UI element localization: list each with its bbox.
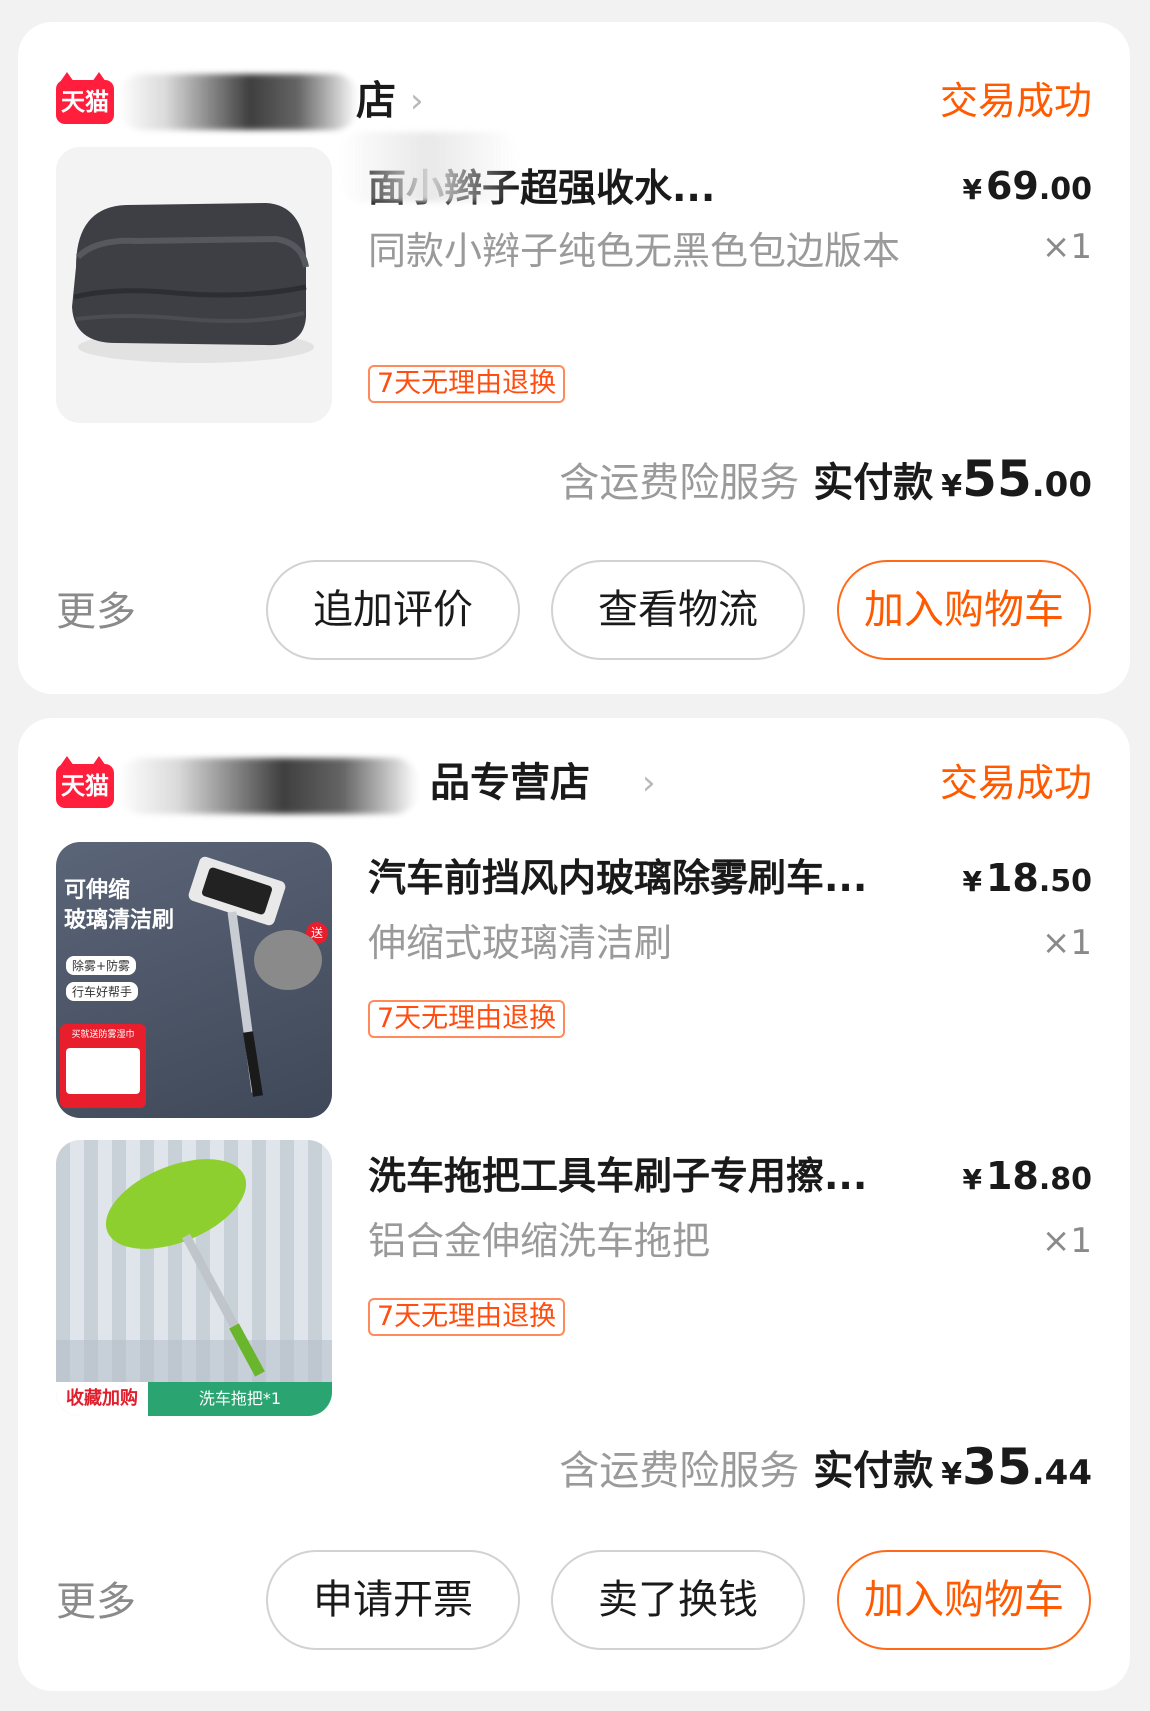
chevron-right-icon: › — [410, 81, 424, 121]
paid-label: 实付款 — [813, 1448, 934, 1494]
shop-name[interactable]: 品专营店 — [430, 758, 590, 808]
redacted-title — [338, 132, 518, 202]
order-card: 天猫 品专营店 › 交易成功 可伸缩 玻璃清洁刷 除雾+防雾 行车好帮手 买就送防… — [18, 718, 1130, 1691]
return-policy-tag: 7天无理由退换 — [368, 365, 566, 403]
image-caption: 洗车拖把*1 — [148, 1382, 332, 1416]
order-status: 交易成功 — [939, 761, 1092, 805]
paid-amount: 35 — [962, 1438, 1032, 1496]
more-button[interactable]: 更多 — [56, 584, 136, 640]
add-to-cart-button[interactable]: 加入购物车 — [837, 560, 1091, 660]
paid-amount: 55 — [962, 450, 1032, 508]
product-sku: 伸缩式玻璃清洁刷 — [368, 921, 673, 965]
product-qty: ×1 — [1041, 1221, 1092, 1261]
order-card: 天猫 店 › 交易成功 面小辫子超强收水... ¥69.00 同款小辫子纯色无黑… — [18, 22, 1130, 694]
view-logistics-button[interactable]: 查看物流 — [551, 560, 805, 660]
mop-image — [56, 1159, 332, 1416]
shop-name[interactable]: 店 — [356, 76, 396, 126]
paid-label: 实付款 — [813, 460, 934, 506]
product-price: ¥18.50 — [962, 856, 1092, 900]
towel-image — [56, 147, 332, 423]
product-price: ¥69.00 — [962, 164, 1092, 208]
product-price: ¥18.80 — [962, 1154, 1092, 1198]
payment-summary: 含运费险服务 实付款 ¥55.00 — [559, 450, 1092, 508]
payment-summary: 含运费险服务 实付款 ¥35.44 — [559, 1438, 1092, 1496]
return-policy-tag: 7天无理由退换 — [368, 1298, 566, 1336]
return-policy-tag: 7天无理由退换 — [368, 1000, 566, 1038]
product-sku: 铝合金伸缩洗车拖把 — [368, 1219, 711, 1263]
shop-header[interactable]: 天猫 店 › 交易成功 — [18, 40, 1130, 130]
product-title[interactable]: 汽车前挡风内玻璃除雾刷车... — [368, 852, 958, 904]
order-status: 交易成功 — [939, 79, 1092, 123]
image-caption: 收藏加购 — [56, 1382, 148, 1416]
resell-button[interactable]: 卖了换钱 — [551, 1550, 805, 1650]
chevron-right-icon: › — [642, 763, 656, 803]
redacted-shop-name — [118, 74, 358, 130]
tmall-logo: 天猫 — [56, 764, 114, 808]
add-to-cart-button[interactable]: 加入购物车 — [837, 1550, 1091, 1650]
request-invoice-button[interactable]: 申请开票 — [266, 1550, 520, 1650]
product-title[interactable]: 洗车拖把工具车刷子专用擦... — [368, 1150, 958, 1202]
product-image[interactable]: 收藏加购 洗车拖把*1 — [56, 1140, 332, 1416]
product-sku: 同款小辫子纯色无黑色包边版本 — [368, 229, 901, 273]
product-qty: ×1 — [1041, 923, 1092, 963]
brush-image — [188, 856, 322, 1097]
tmall-logo: 天猫 — [56, 80, 114, 124]
product-image[interactable]: 可伸缩 玻璃清洁刷 除雾+防雾 行车好帮手 买就送防雾湿巾 送 — [56, 842, 332, 1118]
insurance-service: 含运费险服务 — [559, 1448, 800, 1494]
redacted-shop-name — [118, 758, 418, 814]
product-qty: ×1 — [1041, 227, 1092, 267]
more-button[interactable]: 更多 — [56, 1574, 136, 1630]
product-image[interactable] — [56, 147, 332, 423]
insurance-service: 含运费险服务 — [559, 460, 800, 506]
add-review-button[interactable]: 追加评价 — [266, 560, 520, 660]
